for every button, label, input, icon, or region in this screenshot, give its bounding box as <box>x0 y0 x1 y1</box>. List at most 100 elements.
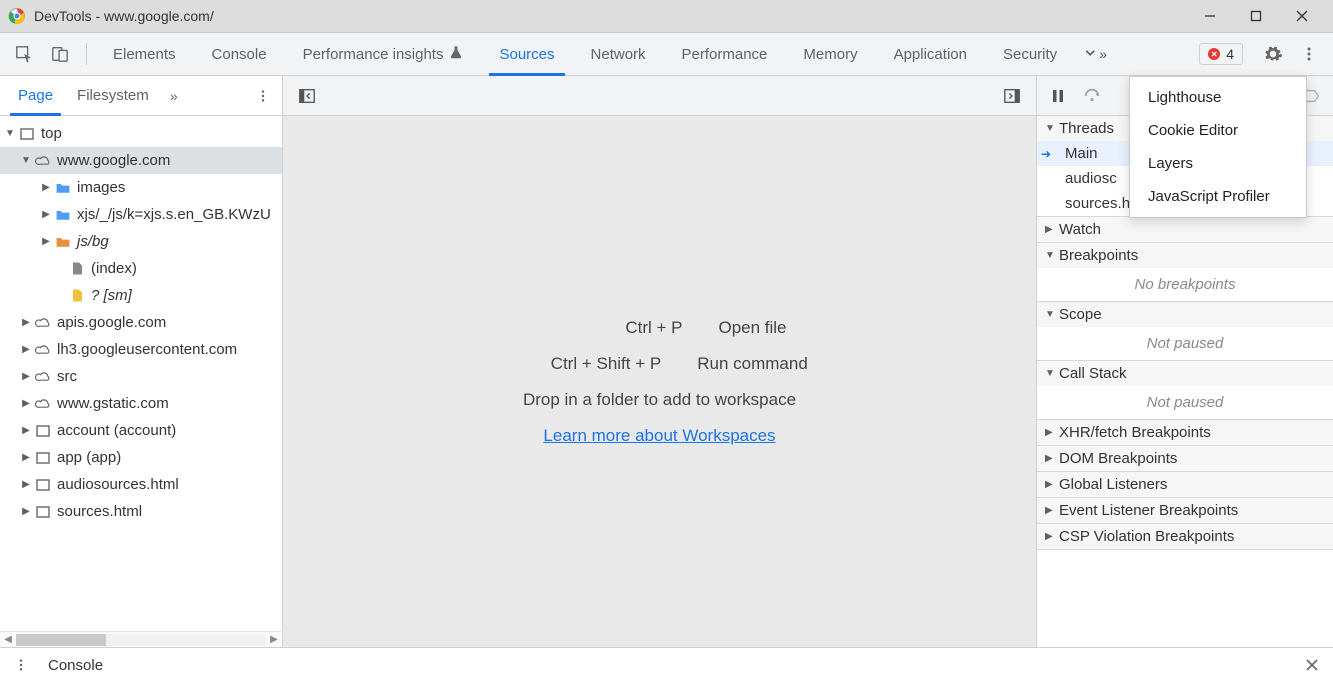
tree-item-sourceshtml[interactable]: ▶ sources.html <box>0 498 282 525</box>
chrome-icon <box>8 7 26 25</box>
device-toolbar-icon[interactable] <box>46 40 74 68</box>
subtab-page[interactable]: Page <box>6 76 65 116</box>
section-header-global[interactable]: ▶Global Listeners <box>1037 472 1333 497</box>
kebab-menu-icon[interactable] <box>1295 40 1323 68</box>
flask-icon <box>449 45 463 63</box>
show-debugger-icon[interactable] <box>998 82 1026 110</box>
scroll-left-button[interactable]: ◀ <box>0 634 16 645</box>
error-icon: ✕ <box>1208 48 1220 60</box>
show-navigator-icon[interactable] <box>293 82 321 110</box>
section-header-breakpoints[interactable]: ▼Breakpoints <box>1037 243 1333 268</box>
window-titlebar: DevTools - www.google.com/ <box>0 0 1333 33</box>
section-title: Threads <box>1059 120 1114 137</box>
tree-item-google[interactable]: ▼ www.google.com <box>0 147 282 174</box>
menu-item-javascript-profiler[interactable]: JavaScript Profiler <box>1130 180 1306 213</box>
window-minimize-button[interactable] <box>1187 0 1233 32</box>
scrollbar-thumb[interactable] <box>16 634 106 646</box>
tab-sources[interactable]: Sources <box>481 33 572 76</box>
menu-item-lighthouse[interactable]: Lighthouse <box>1130 81 1306 114</box>
learn-workspaces-link[interactable]: Learn more about Workspaces <box>543 426 775 446</box>
tree-item-account[interactable]: ▶ account (account) <box>0 417 282 444</box>
tree-item-app[interactable]: ▶ app (app) <box>0 444 282 471</box>
window-maximize-button[interactable] <box>1233 0 1279 32</box>
section-title: XHR/fetch Breakpoints <box>1059 424 1211 441</box>
section-global: ▶Global Listeners <box>1037 472 1333 498</box>
more-subtabs-button[interactable]: » <box>161 83 187 109</box>
frame-icon <box>34 503 52 521</box>
tree-item-top[interactable]: ▼ top <box>0 120 282 147</box>
section-title: Breakpoints <box>1059 247 1138 264</box>
drawer-kebab-icon[interactable] <box>8 652 34 678</box>
tree-item-gstatic[interactable]: ▶ www.gstatic.com <box>0 390 282 417</box>
section-callstack: ▼Call Stack Not paused <box>1037 361 1333 420</box>
tab-elements[interactable]: Elements <box>95 33 194 76</box>
section-title: Scope <box>1059 306 1102 323</box>
tree-label: top <box>41 125 62 142</box>
file-icon <box>68 260 86 278</box>
tree-item-apis[interactable]: ▶ apis.google.com <box>0 309 282 336</box>
scope-empty: Not paused <box>1037 327 1333 360</box>
tab-performance-insights[interactable]: Performance insights <box>285 33 482 76</box>
section-header-xhr[interactable]: ▶XHR/fetch Breakpoints <box>1037 420 1333 445</box>
cloud-icon <box>34 152 52 170</box>
section-header-callstack[interactable]: ▼Call Stack <box>1037 361 1333 386</box>
shortcut-key: Ctrl + P <box>532 318 682 338</box>
settings-gear-icon[interactable] <box>1259 40 1287 68</box>
menu-item-cookie-editor[interactable]: Cookie Editor <box>1130 114 1306 147</box>
file-icon <box>68 287 86 305</box>
console-drawer: Console <box>0 647 1333 682</box>
section-header-watch[interactable]: ▶Watch <box>1037 217 1333 242</box>
tree-item-index[interactable]: (index) <box>0 255 282 282</box>
section-header-dom[interactable]: ▶DOM Breakpoints <box>1037 446 1333 471</box>
tree-item-xjs[interactable]: ▶ xjs/_/js/k=xjs.s.en_GB.KWzU <box>0 201 282 228</box>
tree-item-src[interactable]: ▶ src <box>0 363 282 390</box>
scroll-right-button[interactable]: ▶ <box>266 634 282 645</box>
subtab-filesystem[interactable]: Filesystem <box>65 76 161 116</box>
tree-label: lh3.googleusercontent.com <box>57 341 237 358</box>
tree-label: www.gstatic.com <box>57 395 169 412</box>
tab-security[interactable]: Security <box>985 33 1075 76</box>
section-header-scope[interactable]: ▼Scope <box>1037 302 1333 327</box>
section-scope: ▼Scope Not paused <box>1037 302 1333 361</box>
pause-icon[interactable] <box>1045 83 1071 109</box>
tree-label: images <box>77 179 125 196</box>
navigator-sidebar: Page Filesystem » ▼ top ▼ www.google.com… <box>0 76 283 647</box>
frame-icon <box>34 476 52 494</box>
inspect-element-icon[interactable] <box>10 40 38 68</box>
window-close-button[interactable] <box>1279 0 1325 32</box>
frame-icon <box>34 449 52 467</box>
drawer-console-tab[interactable]: Console <box>48 657 103 674</box>
devtools-panel-tabs: Elements Console Performance insights So… <box>0 33 1333 76</box>
error-count-badge[interactable]: ✕ 4 <box>1199 43 1243 65</box>
error-count: 4 <box>1226 46 1234 62</box>
tree-item-lh3[interactable]: ▶ lh3.googleusercontent.com <box>0 336 282 363</box>
section-header-event[interactable]: ▶Event Listener Breakpoints <box>1037 498 1333 523</box>
callstack-empty: Not paused <box>1037 386 1333 419</box>
step-over-icon[interactable] <box>1079 83 1105 109</box>
tree-item-images[interactable]: ▶ images <box>0 174 282 201</box>
drawer-close-icon[interactable] <box>1299 652 1325 678</box>
tree-label: audiosources.html <box>57 476 179 493</box>
section-title: CSP Violation Breakpoints <box>1059 528 1234 545</box>
section-title: Call Stack <box>1059 365 1127 382</box>
navigator-horizontal-scrollbar[interactable]: ◀ ▶ <box>0 631 282 647</box>
section-watch: ▶Watch <box>1037 217 1333 243</box>
tab-performance[interactable]: Performance <box>664 33 786 76</box>
tree-item-jsbg[interactable]: ▶ js/bg <box>0 228 282 255</box>
tree-item-audio[interactable]: ▶ audiosources.html <box>0 471 282 498</box>
navigator-kebab-icon[interactable] <box>250 83 276 109</box>
tab-console[interactable]: Console <box>194 33 285 76</box>
section-header-csp[interactable]: ▶CSP Violation Breakpoints <box>1037 524 1333 549</box>
tree-label: xjs/_/js/k=xjs.s.en_GB.KWzU <box>77 206 271 223</box>
tab-memory[interactable]: Memory <box>785 33 875 76</box>
section-breakpoints: ▼Breakpoints No breakpoints <box>1037 243 1333 302</box>
tree-item-sm[interactable]: ? [sm] <box>0 282 282 309</box>
tab-network[interactable]: Network <box>573 33 664 76</box>
folder-icon <box>54 206 72 224</box>
menu-item-layers[interactable]: Layers <box>1130 147 1306 180</box>
tree-label: ? [sm] <box>91 287 132 304</box>
scrollbar-track[interactable] <box>16 634 266 646</box>
navigator-tabs: Page Filesystem » <box>0 76 282 116</box>
overflow-tabs-button[interactable]: » <box>1081 40 1109 68</box>
tab-application[interactable]: Application <box>876 33 985 76</box>
